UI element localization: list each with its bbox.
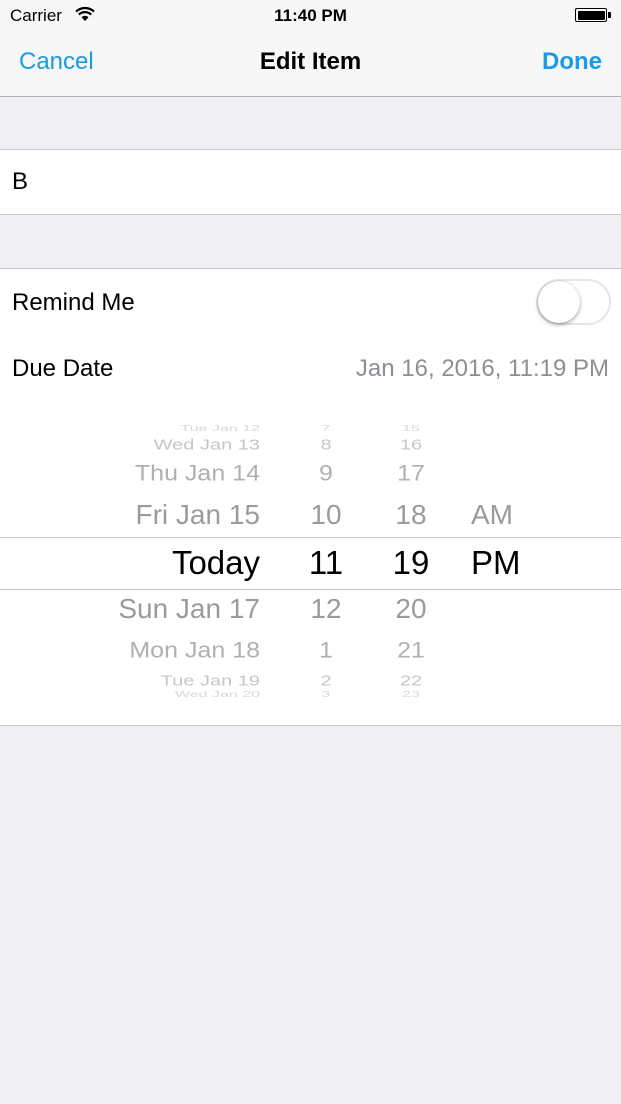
due-date-value[interactable]: Jan 16, 2016, 11:19 PM <box>356 355 609 383</box>
picker-hour-option[interactable]: 3 <box>296 691 356 699</box>
picker-ampm-selected[interactable]: PM <box>471 546 521 579</box>
picker-minute-option[interactable]: 21 <box>381 639 441 662</box>
remind-me-label: Remind Me <box>12 289 135 316</box>
status-time: 11:40 PM <box>274 6 347 25</box>
picker-minute-option[interactable]: 22 <box>381 674 441 688</box>
picker-hour-selected[interactable]: 11 <box>296 546 356 579</box>
picker-date-option[interactable]: Wed Jan 20 <box>175 691 260 699</box>
due-date-label: Due Date <box>12 355 114 382</box>
picker-date-option[interactable]: Wed Jan 13 <box>154 438 260 452</box>
picker-hour-option[interactable]: 8 <box>296 438 356 452</box>
picker-hour-option[interactable]: 1 <box>296 639 356 662</box>
status-bar: Carrier 11:40 PM <box>0 0 621 32</box>
done-button[interactable]: Done <box>542 48 602 76</box>
picker-hour-option[interactable]: 2 <box>296 674 356 688</box>
picker-date-option[interactable]: Tue Jan 19 <box>161 674 260 688</box>
picker-date-option[interactable]: Thu Jan 14 <box>135 462 260 485</box>
picker-selection-top-line <box>0 537 621 538</box>
toggle-knob <box>538 281 580 323</box>
navigation-bar: Cancel Edit Item Done <box>0 32 621 97</box>
picker-date-option[interactable]: Mon Jan 18 <box>129 639 260 662</box>
reminder-section: Remind Me Due Date Jan 16, 2016, 11:19 P… <box>0 268 621 726</box>
item-name-cell[interactable]: B <box>0 149 621 215</box>
date-picker[interactable]: Tue Jan 12 Wed Jan 13 Thu Jan 14 Fri Jan… <box>0 417 621 707</box>
picker-minute-option[interactable]: 17 <box>381 462 441 485</box>
item-name-field[interactable]: B <box>12 168 28 196</box>
picker-minute-option[interactable]: 20 <box>381 595 441 623</box>
cancel-button[interactable]: Cancel <box>19 48 94 76</box>
picker-ampm-option[interactable]: AM <box>471 501 513 529</box>
picker-date-option[interactable]: Fri Jan 15 <box>136 501 261 529</box>
picker-minute-selected[interactable]: 19 <box>381 546 441 579</box>
picker-date-selected[interactable]: Today <box>172 546 260 579</box>
picker-minute-option[interactable]: 23 <box>381 691 441 699</box>
picker-hour-option[interactable]: 7 <box>296 425 356 433</box>
picker-hour-option[interactable]: 9 <box>296 462 356 485</box>
picker-minute-option[interactable]: 15 <box>381 425 441 433</box>
picker-minute-option[interactable]: 16 <box>381 438 441 452</box>
picker-hour-option[interactable]: 12 <box>296 595 356 623</box>
remind-me-toggle[interactable] <box>536 279 611 325</box>
picker-date-option[interactable]: Sun Jan 17 <box>118 595 260 623</box>
picker-hour-option[interactable]: 10 <box>296 501 356 529</box>
picker-minute-option[interactable]: 18 <box>381 501 441 529</box>
picker-selection-bottom-line <box>0 589 621 590</box>
battery-icon <box>575 8 611 22</box>
picker-date-option[interactable]: Tue Jan 12 <box>181 425 260 433</box>
